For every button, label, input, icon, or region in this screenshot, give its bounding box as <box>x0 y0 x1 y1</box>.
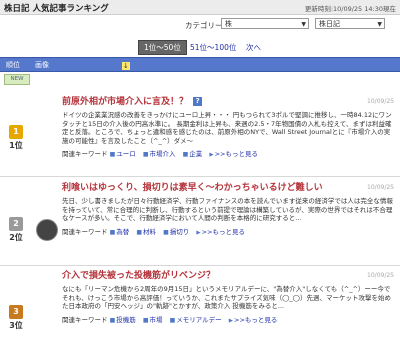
updated-time: 更新時刻:10/09/25 14:30現在 <box>304 5 396 13</box>
category-filter-row: カテゴリー 株 ▼ 株日記 ▼ <box>0 18 400 32</box>
item-title-text: 利喰いはゆっくり、損切りは素早く〜わかっちゃいるけど難しい <box>62 183 323 193</box>
keyword-tag[interactable]: 材料 <box>136 228 156 236</box>
keyword-tag[interactable]: 市場 <box>143 316 163 324</box>
item-date: 10/09/25 <box>367 184 394 191</box>
item-keywords: 関連キーワード ユーロ 市場介入 企業 >>もっと見る <box>62 148 394 158</box>
category-select-value: 株 <box>225 20 232 28</box>
page-next-link[interactable]: 次へ <box>246 42 261 53</box>
category-label: カテゴリー <box>185 21 223 30</box>
keyword-label: 関連キーワード <box>62 227 108 236</box>
keyword-label: 関連キーワード <box>62 150 108 158</box>
item-title-link[interactable]: 前原外相が市場介入に言及！？ ? <box>62 97 394 108</box>
row-divider <box>0 176 400 177</box>
rank-label: 2位 <box>9 233 23 242</box>
item-title-link[interactable]: 介入で損失被った投機筋がリベンジ？ <box>62 271 394 282</box>
chevron-down-icon: ▼ <box>377 21 382 28</box>
more-link[interactable]: >>もっと見る <box>229 316 278 324</box>
keyword-tag[interactable]: 為替 <box>110 228 130 236</box>
item-keywords: 関連キーワード 投機筋 市場 メモリアルデー >>もっと見る <box>62 314 394 324</box>
item-content: 利喰いはゆっくり、損切りは素早く〜わかっちゃいるけど難しい 10/09/25 先… <box>62 183 394 236</box>
item-body: 先日、少し書きましたが日々行動経済学、行動ファイナンスの本を読んでいます従来の経… <box>62 197 393 222</box>
keyword-tag[interactable]: 企業 <box>183 150 203 158</box>
rank-medal-icon: 2 <box>9 217 23 231</box>
keyword-tag[interactable]: 投機筋 <box>110 316 136 324</box>
sort-arrow-icon[interactable]: ↓ <box>122 62 130 70</box>
keyword-tag[interactable]: メモリアルデー <box>170 316 222 324</box>
rank-label: 3位 <box>9 321 23 330</box>
item-body: なにも「リーマン危機から2周年の9月15日」というメモリアルデーに、"為替介入"… <box>62 285 391 310</box>
category-select[interactable]: 株 ▼ <box>221 18 309 29</box>
subcategory-select-value: 株日記 <box>319 20 340 28</box>
item-content: 前原外相が市場介入に言及！？ ? 10/09/25 ドイツの企業業況感の改善をき… <box>62 97 394 158</box>
rank-cell: 2 2位 <box>4 217 28 243</box>
item-content: 介入で損失被った投機筋がリベンジ？ 10/09/25 なにも「リーマン危機から2… <box>62 271 394 324</box>
th-rank: 順位 <box>6 61 20 69</box>
more-link[interactable]: >>もっと見る <box>209 150 258 158</box>
info-icon: ? <box>193 97 203 106</box>
new-badge: NEW <box>4 74 30 85</box>
page-link-51-100[interactable]: 51位〜100位 <box>190 42 236 53</box>
item-date: 10/09/25 <box>367 272 394 279</box>
item-date: 10/09/25 <box>367 98 394 105</box>
page-title: 株日記 人気記事ランキング <box>4 4 109 14</box>
keyword-tag[interactable]: 市場介入 <box>143 150 176 158</box>
item-title-link[interactable]: 利喰いはゆっくり、損切りは素早く〜わかっちゃいるけど難しい <box>62 183 394 194</box>
page-header: 株日記 人気記事ランキング 更新時刻:10/09/25 14:30現在 <box>0 0 400 15</box>
rank-cell: 1 1位 <box>4 125 28 151</box>
rank-label: 1位 <box>9 141 23 150</box>
item-title-text: 介入で損失被った投機筋がリベンジ？ <box>62 271 216 281</box>
rank-cell: 3 3位 <box>4 305 28 331</box>
row-divider <box>0 265 400 266</box>
subcategory-select[interactable]: 株日記 ▼ <box>315 18 385 29</box>
more-link[interactable]: >>もっと見る <box>196 228 245 236</box>
keyword-tag[interactable]: ユーロ <box>110 150 136 158</box>
keyword-label: 関連キーワード <box>62 315 108 324</box>
item-body: ドイツの企業業況感の改善をきっかけにユーロ上昇・・・ 円もつられて3ポルで堅調に… <box>62 111 392 145</box>
table-header: 順位 画像 記事タイトル / プロフィール / 記事本文 / 関連キーワード ↓ <box>0 57 400 315</box>
keyword-tag[interactable]: 損切り <box>163 228 189 236</box>
chevron-down-icon: ▼ <box>301 21 306 28</box>
pager: 1位〜50位 51位〜100位 次へ <box>0 40 400 55</box>
author-avatar[interactable] <box>36 219 58 241</box>
th-image: 画像 <box>35 61 49 69</box>
rank-medal-icon: 1 <box>9 125 23 139</box>
item-title-text: 前原外相が市場介入に言及！？ <box>62 97 189 107</box>
rank-medal-icon: 3 <box>9 305 23 319</box>
item-keywords: 関連キーワード 為替 材料 損切り >>もっと見る <box>62 226 394 236</box>
page-current: 1位〜50位 <box>138 40 187 55</box>
